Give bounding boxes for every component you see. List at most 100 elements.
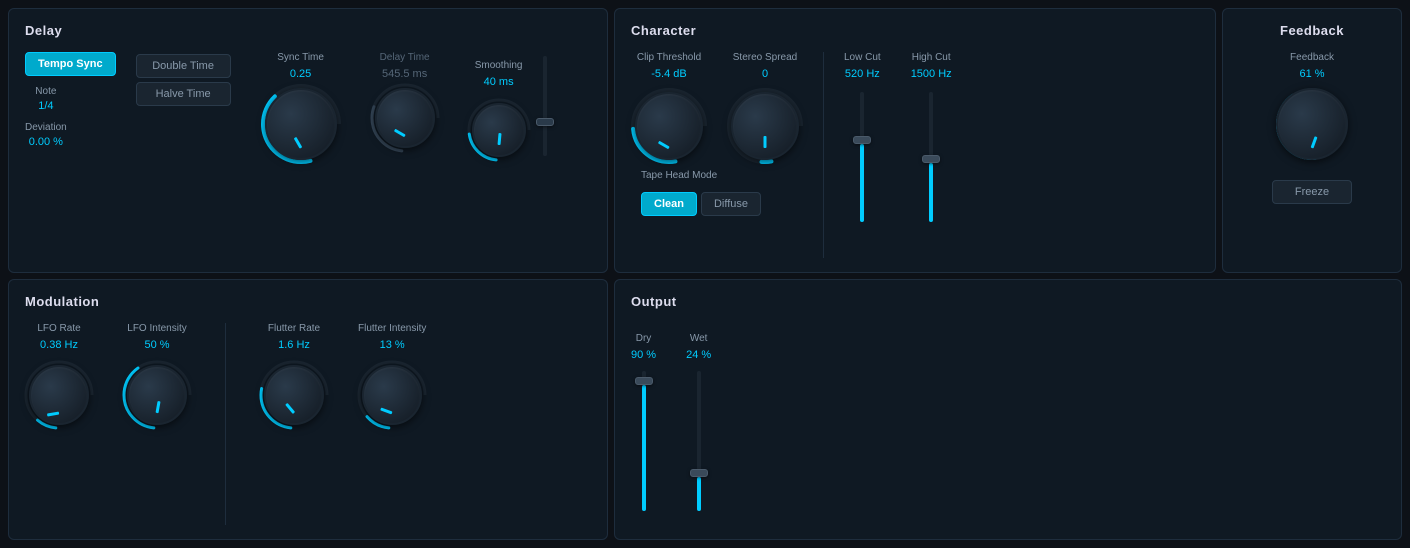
feedback-title: Feedback xyxy=(1280,23,1344,38)
stereo-spread-label: Stereo Spread xyxy=(733,52,798,64)
low-cut-thumb[interactable] xyxy=(853,136,871,144)
note-deviation-group: Note 1/4 Deviation 0.00 % xyxy=(25,86,67,148)
dry-container: Dry 90 % xyxy=(631,333,656,511)
clip-threshold-knob[interactable] xyxy=(635,92,703,160)
wet-track[interactable] xyxy=(697,371,701,511)
deviation-group: Deviation 0.00 % xyxy=(25,122,67,148)
low-cut-label: Low Cut xyxy=(844,52,881,64)
flutter-intensity-label: Flutter Intensity xyxy=(358,323,426,335)
double-time-button[interactable]: Double Time xyxy=(136,54,231,78)
note-value: 1/4 xyxy=(25,100,67,112)
tape-head-toggle: Clean Diffuse xyxy=(641,192,761,216)
low-cut-value: 520 Hz xyxy=(845,68,880,80)
output-title: Output xyxy=(631,294,1385,309)
char-divider xyxy=(823,52,824,258)
smoothing-slider-track[interactable] xyxy=(543,56,547,156)
lfo-rate-value: 0.38 Hz xyxy=(40,339,78,351)
feedback-controls: Feedback 61 % Freeze xyxy=(1272,52,1352,258)
smoothing-slider-thumb[interactable] xyxy=(536,118,554,126)
feedback-knob-container: Feedback 61 % xyxy=(1276,52,1348,160)
smoothing-knob-wrap[interactable] xyxy=(469,100,529,160)
tempo-sync-button[interactable]: Tempo Sync xyxy=(25,52,116,76)
flutter-rate-knob[interactable] xyxy=(264,365,324,425)
lfo-intensity-knob-wrap[interactable] xyxy=(123,361,191,429)
note-group: Note 1/4 xyxy=(25,86,67,112)
smoothing-group: Smoothing 40 ms xyxy=(469,52,547,160)
high-cut-thumb[interactable] xyxy=(922,155,940,163)
tape-head-section: Tape Head Mode Clean Diffuse xyxy=(631,170,803,216)
wet-thumb[interactable] xyxy=(690,469,708,477)
modulation-title: Modulation xyxy=(25,294,591,309)
delay-time-label: Delay Time xyxy=(380,52,430,64)
clip-indicator xyxy=(658,141,670,150)
wet-fill xyxy=(697,477,701,511)
top-row: Delay Tempo Sync Note 1/4 Deviation 0.00… xyxy=(8,8,1402,273)
feedback-knob[interactable] xyxy=(1276,88,1348,160)
delay-knobs: Sync Time 0.25 xyxy=(261,52,547,164)
bottom-row: Modulation LFO Rate 0.38 Hz xyxy=(8,279,1402,540)
dry-label: Dry xyxy=(636,333,652,345)
high-cut-value: 1500 Hz xyxy=(911,68,952,80)
smoothing-knob[interactable] xyxy=(472,103,526,157)
low-cut-container: Low Cut 520 Hz xyxy=(844,52,881,222)
lfo-rate-indicator xyxy=(47,412,59,417)
smoothing-knob-container: Smoothing 40 ms xyxy=(469,60,529,160)
lfo-rate-knob[interactable] xyxy=(29,365,89,425)
delay-time-knob[interactable] xyxy=(375,88,435,148)
high-cut-fill xyxy=(929,163,933,222)
dry-thumb[interactable] xyxy=(635,377,653,385)
dry-fill xyxy=(642,385,646,511)
dry-track[interactable] xyxy=(642,371,646,511)
smoothing-value: 40 ms xyxy=(484,76,514,88)
wet-label: Wet xyxy=(690,333,708,345)
clip-threshold-knob-wrap[interactable] xyxy=(631,88,707,164)
diffuse-button[interactable]: Diffuse xyxy=(701,192,761,216)
sync-time-knob-wrap[interactable] xyxy=(261,84,341,164)
flutter-rate-knob-wrap[interactable] xyxy=(260,361,328,429)
sync-time-label: Sync Time xyxy=(277,52,324,64)
char-left-knobs: Clip Threshold -5.4 dB xyxy=(631,52,803,216)
clip-threshold-label: Clip Threshold xyxy=(637,52,701,64)
freeze-button[interactable]: Freeze xyxy=(1272,180,1352,204)
deviation-label: Deviation xyxy=(25,122,67,134)
character-panel: Character Clip Threshold -5.4 dB xyxy=(614,8,1216,273)
flutter-rate-container: Flutter Rate 1.6 Hz xyxy=(260,323,328,429)
cut-sliders-section: Low Cut 520 Hz High Cut 1500 Hz xyxy=(844,52,952,222)
character-title: Character xyxy=(631,23,1199,38)
lfo-intensity-label: LFO Intensity xyxy=(127,323,186,335)
feedback-panel: Feedback Feedback 61 % Freez xyxy=(1222,8,1402,273)
stereo-spread-value: 0 xyxy=(762,68,768,80)
stereo-spread-knob[interactable] xyxy=(731,92,799,160)
clean-button[interactable]: Clean xyxy=(641,192,697,216)
deviation-value: 0.00 % xyxy=(25,136,67,148)
lfo-rate-knob-wrap[interactable] xyxy=(25,361,93,429)
smoothing-slider-container xyxy=(543,52,547,156)
high-cut-track[interactable] xyxy=(929,92,933,222)
sync-time-knob[interactable] xyxy=(265,88,337,160)
smoothing-label: Smoothing xyxy=(475,60,523,72)
lfo-intensity-indicator xyxy=(156,401,161,413)
flutter-rate-label: Flutter Rate xyxy=(268,323,320,335)
flutter-intensity-container: Flutter Intensity 13 % xyxy=(358,323,426,429)
delay-time-knob-wrap[interactable] xyxy=(371,84,439,152)
delay-time-knob-container: Delay Time 545.5 ms xyxy=(371,52,439,152)
stereo-indicator xyxy=(764,136,767,148)
low-cut-track[interactable] xyxy=(860,92,864,222)
stereo-knob-wrap[interactable] xyxy=(727,88,803,164)
main-container: Delay Tempo Sync Note 1/4 Deviation 0.00… xyxy=(0,0,1410,548)
lfo-intensity-value: 50 % xyxy=(144,339,169,351)
low-cut-fill xyxy=(860,144,864,222)
lfo-intensity-container: LFO Intensity 50 % xyxy=(123,323,191,429)
halve-time-button[interactable]: Halve Time xyxy=(136,82,231,106)
clip-threshold-container: Clip Threshold -5.4 dB xyxy=(631,52,707,164)
dry-value: 90 % xyxy=(631,349,656,361)
feedback-knob-wrap[interactable] xyxy=(1276,88,1348,160)
lfo-intensity-knob[interactable] xyxy=(127,365,187,425)
delay-panel: Delay Tempo Sync Note 1/4 Deviation 0.00… xyxy=(8,8,608,273)
flutter-intensity-knob[interactable] xyxy=(362,365,422,425)
note-label: Note xyxy=(25,86,67,98)
flutter-intensity-knob-wrap[interactable] xyxy=(358,361,426,429)
smoothing-indicator xyxy=(497,133,501,145)
clip-threshold-value: -5.4 dB xyxy=(651,68,686,80)
delay-time-indicator xyxy=(393,129,405,138)
